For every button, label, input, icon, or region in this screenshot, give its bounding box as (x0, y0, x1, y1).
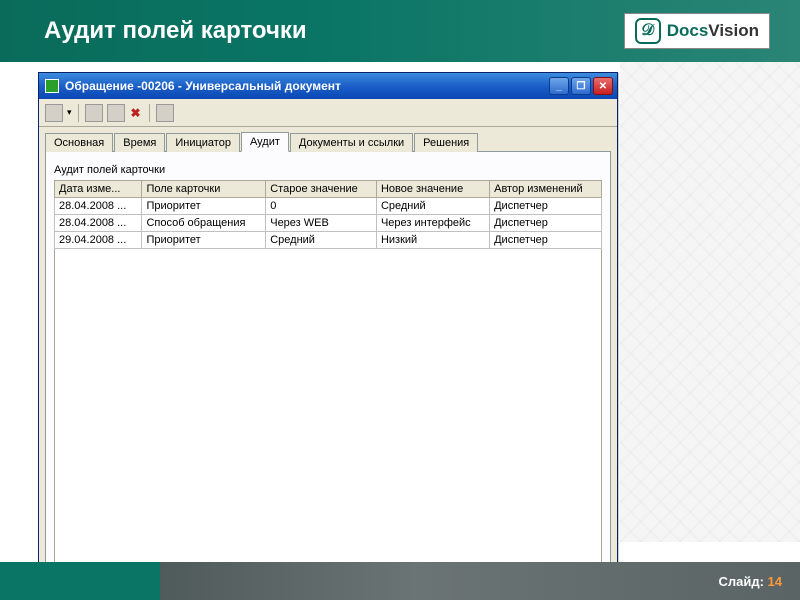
col-field[interactable]: Поле карточки (142, 181, 266, 198)
tab-decisions[interactable]: Решения (414, 133, 478, 152)
cell-date: 28.04.2008 ... (55, 215, 142, 232)
col-author[interactable]: Автор изменений (490, 181, 602, 198)
cell-field: Приоритет (142, 198, 266, 215)
cell-author: Диспетчер (490, 232, 602, 249)
footer-content: Слайд: 14 (160, 562, 800, 600)
cell-date: 29.04.2008 ... (55, 232, 142, 249)
table-header-row: Дата изме... Поле карточки Старое значен… (55, 181, 602, 198)
window-icon (45, 79, 59, 93)
window-title: Обращение -00206 - Универсальный докумен… (65, 79, 549, 93)
toolbar-separator (78, 104, 79, 122)
tool-icon-2[interactable] (107, 104, 125, 122)
cell-old: Средний (266, 232, 377, 249)
table-empty-area (54, 249, 602, 589)
footer-accent (0, 562, 160, 600)
slide-title: Аудит полей карточки (44, 17, 307, 45)
save-icon[interactable] (45, 104, 63, 122)
cell-author: Диспетчер (490, 215, 602, 232)
slide-header: Аудит полей карточки 𝒟 DocsVision (0, 0, 800, 62)
col-date[interactable]: Дата изме... (55, 181, 142, 198)
audit-table: Дата изме... Поле карточки Старое значен… (54, 180, 602, 249)
tab-time[interactable]: Время (114, 133, 165, 152)
cell-old: 0 (266, 198, 377, 215)
tool-icon-1[interactable] (85, 104, 103, 122)
tab-strip: Основная Время Инициатор Аудит Документы… (39, 127, 617, 151)
brand-logo: 𝒟 DocsVision (624, 13, 770, 49)
footer-label: Слайд: (718, 574, 763, 589)
slide-footer: Слайд: 14 (0, 562, 800, 600)
brand-text: DocsVision (667, 21, 759, 41)
cell-new: Средний (376, 198, 489, 215)
app-window: Обращение -00206 - Универсальный докумен… (38, 72, 618, 572)
tab-initiator[interactable]: Инициатор (166, 133, 240, 152)
section-label: Аудит полей карточки (54, 164, 602, 176)
cell-new: Через интерфейс (376, 215, 489, 232)
cell-author: Диспетчер (490, 198, 602, 215)
maximize-button[interactable]: ❐ (571, 77, 591, 95)
tab-audit[interactable]: Аудит (241, 132, 289, 152)
col-new[interactable]: Новое значение (376, 181, 489, 198)
toolbar-separator (149, 104, 150, 122)
toolbar: ▾ ✖ (39, 99, 617, 127)
delete-icon[interactable]: ✖ (129, 106, 143, 120)
dropdown-icon[interactable]: ▾ (67, 107, 72, 118)
cell-new: Низкий (376, 232, 489, 249)
close-button[interactable]: ✕ (593, 77, 613, 95)
cell-old: Через WEB (266, 215, 377, 232)
background-pattern (620, 62, 800, 542)
tab-documents[interactable]: Документы и ссылки (290, 133, 413, 152)
table-row[interactable]: 28.04.2008 ... Способ обращения Через WE… (55, 215, 602, 232)
paperclip-icon: 𝒟 (635, 18, 661, 44)
footer-page-number: 14 (768, 574, 782, 589)
cell-field: Способ обращения (142, 215, 266, 232)
col-old[interactable]: Старое значение (266, 181, 377, 198)
window-controls: _ ❐ ✕ (549, 77, 613, 95)
table-row[interactable]: 28.04.2008 ... Приоритет 0 Средний Диспе… (55, 198, 602, 215)
window-titlebar[interactable]: Обращение -00206 - Универсальный докумен… (39, 73, 617, 99)
cell-field: Приоритет (142, 232, 266, 249)
table-row[interactable]: 29.04.2008 ... Приоритет Средний Низкий … (55, 232, 602, 249)
tab-content: Аудит полей карточки Дата изме... Поле к… (45, 151, 611, 565)
cell-date: 28.04.2008 ... (55, 198, 142, 215)
minimize-button[interactable]: _ (549, 77, 569, 95)
slide-root: Аудит полей карточки 𝒟 DocsVision Обраще… (0, 0, 800, 600)
tab-main[interactable]: Основная (45, 133, 113, 152)
print-icon[interactable] (156, 104, 174, 122)
